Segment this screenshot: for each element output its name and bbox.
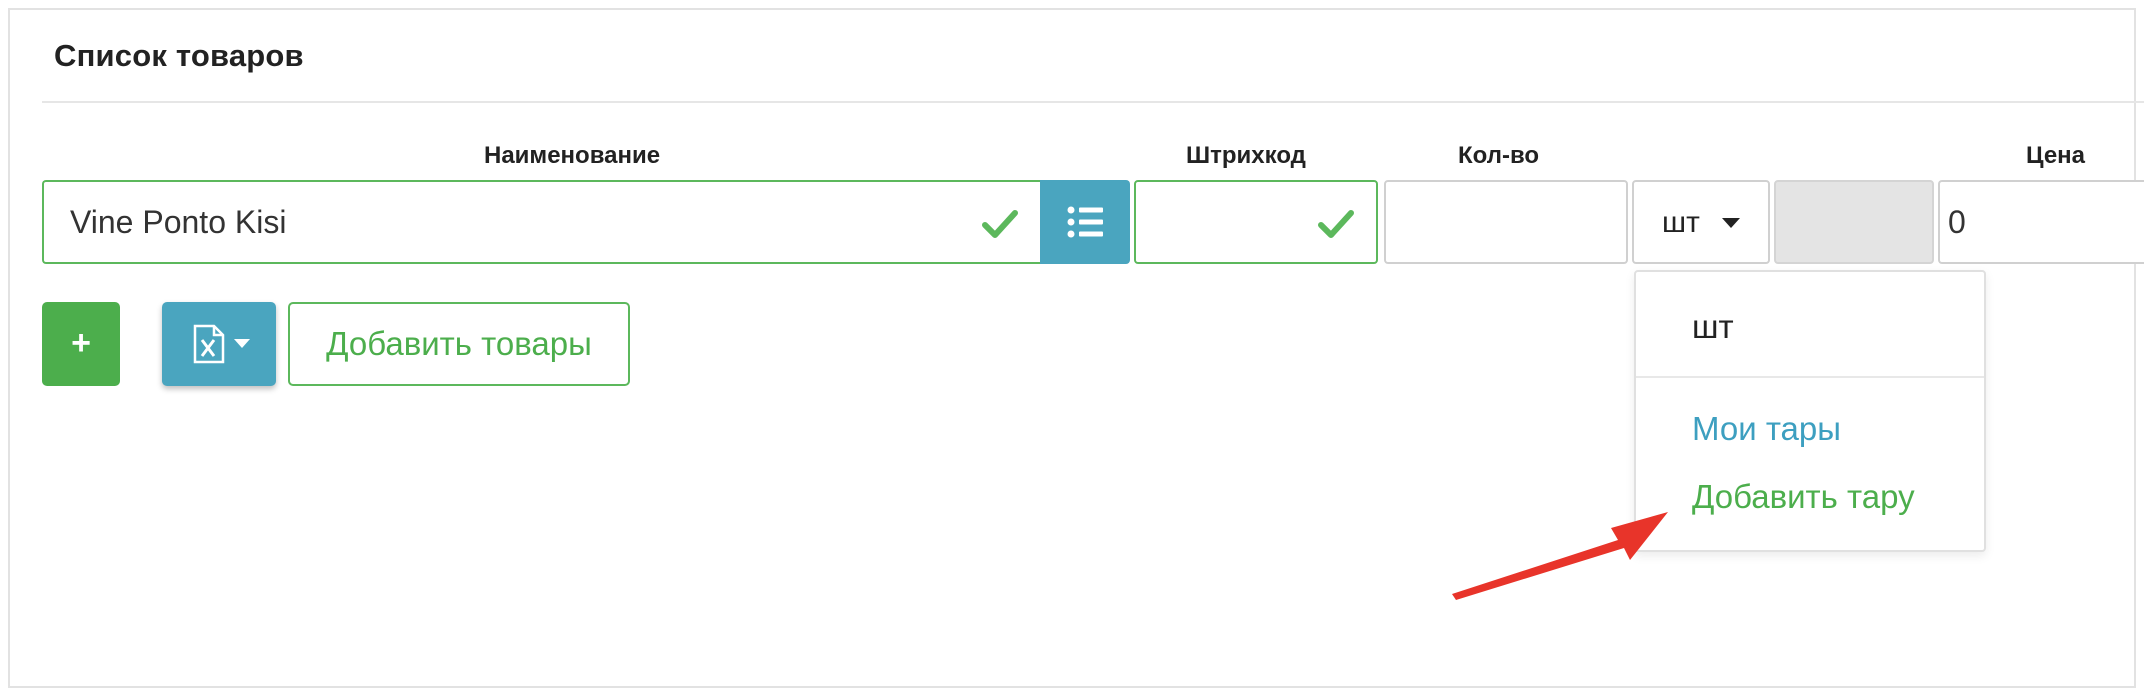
check-icon bbox=[1318, 210, 1354, 238]
unit-dropdown-menu: шт Мои тары Добавить тару bbox=[1634, 270, 1986, 552]
dropdown-item-unit[interactable]: шт bbox=[1692, 308, 1734, 346]
panel-title: Список товаров bbox=[54, 38, 304, 73]
red-arrow-icon bbox=[1452, 512, 1668, 600]
product-name-input[interactable]: Vine Ponto Kisi bbox=[42, 180, 1042, 264]
caret-down-icon bbox=[1722, 218, 1740, 228]
column-header-barcode: Штрихкод bbox=[1186, 142, 1306, 169]
column-header-qty: Кол-во bbox=[1458, 142, 1540, 169]
price-value: 0 bbox=[1948, 204, 1966, 240]
product-catalog-button[interactable] bbox=[1040, 180, 1130, 264]
barcode-input[interactable] bbox=[1134, 180, 1378, 264]
disabled-field bbox=[1774, 180, 1934, 264]
excel-icon bbox=[193, 324, 225, 364]
product-name-value: Vine Ponto Kisi bbox=[70, 204, 287, 240]
add-row-button[interactable]: + bbox=[42, 302, 120, 386]
dropdown-divider bbox=[1636, 376, 1984, 378]
my-tare-link[interactable]: Мои тары bbox=[1692, 410, 1841, 448]
unit-dropdown-button[interactable]: шт bbox=[1632, 180, 1770, 264]
check-icon bbox=[982, 210, 1018, 238]
column-header-price: Цена bbox=[2026, 142, 2086, 169]
list-icon bbox=[1067, 206, 1103, 238]
column-header-name: Наименование bbox=[484, 142, 661, 169]
caret-down-icon bbox=[234, 339, 250, 348]
add-goods-button[interactable]: Добавить товары bbox=[288, 302, 630, 386]
excel-import-button[interactable] bbox=[162, 302, 276, 386]
price-input[interactable]: 0 bbox=[1938, 180, 2144, 264]
add-tare-link[interactable]: Добавить тару bbox=[1692, 478, 1915, 516]
unit-selected-label: шт bbox=[1662, 206, 1700, 239]
title-divider bbox=[42, 101, 2144, 103]
quantity-input[interactable] bbox=[1384, 180, 1628, 264]
